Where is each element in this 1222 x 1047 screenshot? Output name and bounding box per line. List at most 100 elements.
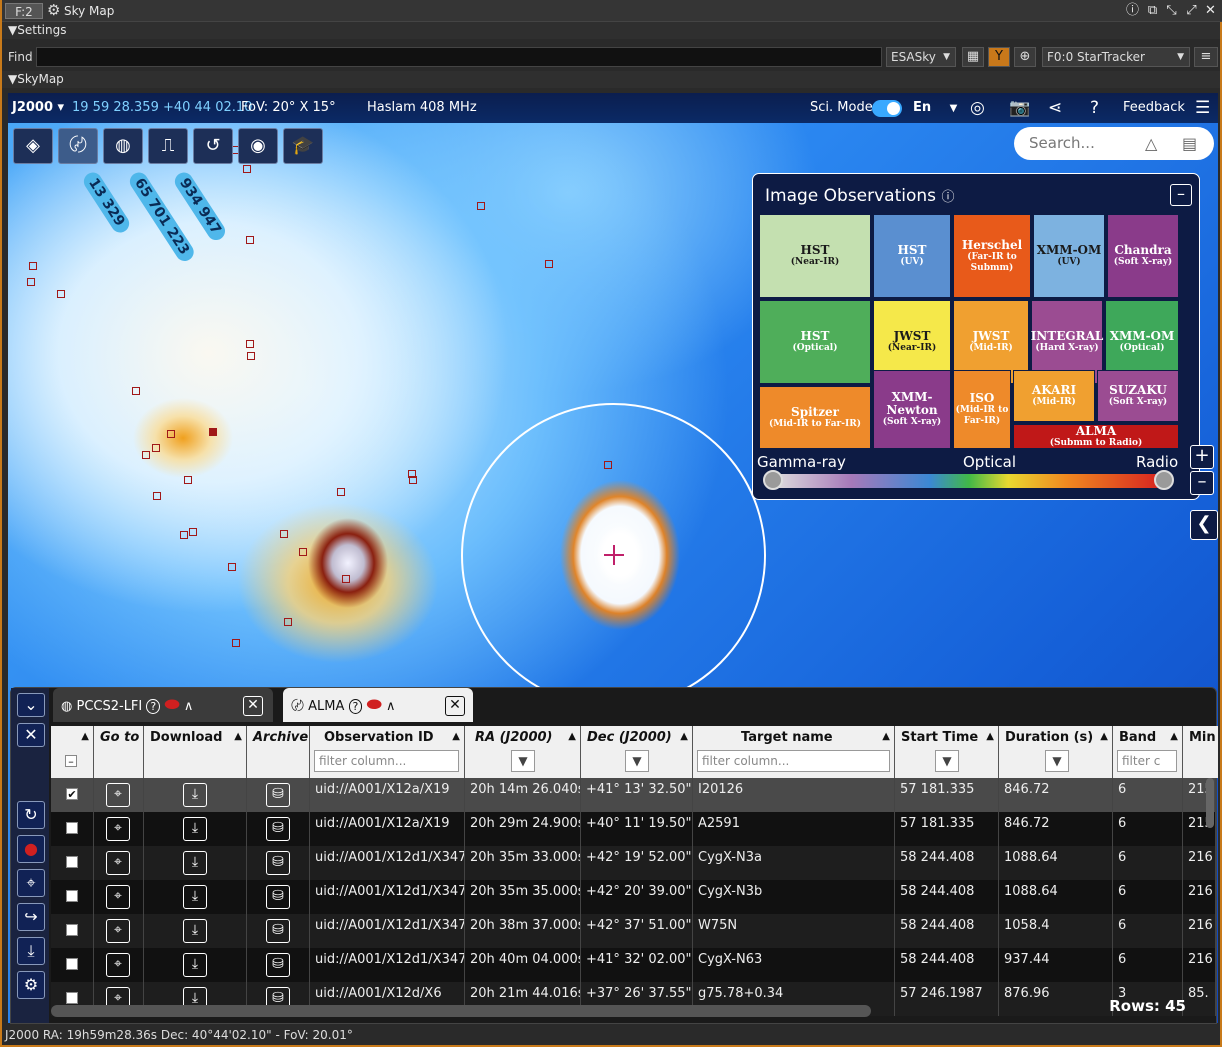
zoom-out-button[interactable]: – — [1190, 471, 1214, 495]
treemap-tile-hst[interactable]: HST (Near-IR) — [759, 214, 871, 298]
source-marker[interactable] — [57, 290, 65, 298]
goto-icon[interactable]: ⌖ — [106, 919, 130, 943]
antenna-icon[interactable]: Y — [988, 47, 1010, 67]
camera-icon[interactable]: 📷 — [1009, 98, 1030, 118]
source-marker[interactable] — [209, 428, 217, 436]
filter-icon[interactable]: ▼ — [625, 750, 649, 772]
archive-icon[interactable]: ⛁ — [266, 851, 290, 875]
source-marker[interactable] — [142, 451, 150, 459]
treemap-tile-iso[interactable]: ISO (Mid-IR to Far-IR) — [953, 370, 1011, 449]
record-icon[interactable]: ● — [17, 835, 45, 863]
goto-icon[interactable]: ⌖ — [106, 953, 130, 977]
dock-icon[interactable]: ⧉ — [1144, 3, 1161, 19]
source-marker[interactable] — [152, 444, 160, 452]
slider-handle-min[interactable] — [763, 470, 783, 490]
help-icon[interactable]: ? — [348, 699, 363, 714]
settings-section[interactable]: ▼Settings — [2, 22, 1220, 39]
download-icon[interactable]: ⤓ — [17, 937, 45, 965]
treemap-tile-spitzer[interactable]: Spitzer (Mid-IR to Far-IR) — [759, 386, 871, 449]
row-checkbox[interactable] — [66, 890, 78, 902]
help-icon[interactable]: ⓘ — [1124, 3, 1141, 19]
treemap-tile-suzaku[interactable]: SUZAKU (Soft X-ray) — [1097, 370, 1179, 422]
close-all-button[interactable]: ✕ — [17, 723, 45, 747]
sort-icon[interactable]: ▲ — [680, 731, 688, 742]
download-icon[interactable]: ⤓ — [183, 783, 207, 807]
source-marker[interactable] — [132, 387, 140, 395]
curve-icon[interactable]: ∧ — [386, 699, 396, 714]
settings-icon[interactable]: ⚙ — [17, 971, 45, 999]
source-marker[interactable] — [299, 548, 307, 556]
catalog-icon[interactable]: ◍ — [103, 128, 143, 164]
treemap-tile-xmm-om[interactable]: XMM-OM (UV) — [1033, 214, 1105, 298]
crosshair-icon[interactable]: ⌖ — [17, 869, 45, 897]
sci-mode-toggle[interactable] — [872, 100, 902, 117]
shape-icon[interactable]: △ — [1145, 127, 1157, 160]
row-checkbox[interactable] — [66, 856, 78, 868]
col-duration[interactable]: Duration (s) ▲ ▼ — [999, 726, 1113, 778]
col-start-time[interactable]: Start Time ▲ ▼ — [895, 726, 999, 778]
source-marker[interactable] — [167, 430, 175, 438]
hamburger-icon[interactable]: ☰ — [1195, 98, 1210, 118]
table-row[interactable]: ⌖ ⤓ ⛁ uid://A001/X12d1/X347 20h 35m 33.000s +… — [51, 846, 1216, 880]
source-marker[interactable] — [232, 639, 240, 647]
collapse-button[interactable]: ⌄ — [17, 693, 45, 717]
source-marker[interactable] — [189, 528, 197, 536]
filter-icon[interactable]: ▼ — [511, 750, 535, 772]
source-marker[interactable] — [280, 530, 288, 538]
minimize-button[interactable]: – — [1170, 184, 1192, 206]
row-checkbox[interactable] — [66, 822, 78, 834]
grid-icon[interactable]: ▦ — [962, 47, 984, 67]
sort-icon[interactable]: ▲ — [986, 731, 994, 742]
sort-icon[interactable]: ▲ — [234, 731, 242, 742]
slider-handle-max[interactable] — [1154, 470, 1174, 490]
filter-input[interactable]: filter c — [1117, 750, 1177, 772]
archive-icon[interactable]: ⛁ — [266, 919, 290, 943]
sort-icon[interactable]: ▲ — [1170, 731, 1178, 742]
maximize-icon[interactable]: ⤢ — [1183, 3, 1200, 19]
archive-icon[interactable]: ⛁ — [266, 817, 290, 841]
filter-input[interactable]: filter column... — [314, 750, 459, 772]
zoom-in-button[interactable]: + — [1190, 445, 1214, 469]
share-icon[interactable]: ↪ — [17, 903, 45, 931]
treemap-tile-hst[interactable]: HST (Optical) — [759, 300, 871, 384]
goto-icon[interactable]: ⌖ — [106, 783, 130, 807]
goto-icon[interactable]: ⌖ — [106, 885, 130, 909]
target-icon[interactable]: ⊕ — [1014, 47, 1036, 67]
archive-icon[interactable]: ⛁ — [266, 783, 290, 807]
close-icon[interactable]: ✕ — [445, 696, 465, 716]
treemap-tile-herschel[interactable]: Herschel (Far-IR to Submm) — [953, 214, 1031, 298]
source-marker[interactable] — [247, 352, 255, 360]
download-icon[interactable]: ⤓ — [183, 817, 207, 841]
download-icon[interactable]: ⤓ — [183, 953, 207, 977]
source-marker[interactable] — [153, 492, 161, 500]
survey-label[interactable]: Haslam 408 MHz — [367, 100, 477, 115]
table-row[interactable]: ⌖ ⤓ ⛁ uid://A001/X12d1/X347 20h 35m 35.000s +… — [51, 880, 1216, 914]
col-observation-id[interactable]: Observation ID ▲ filter column... — [310, 726, 465, 778]
sky-source-select[interactable]: ESASky ▼ — [886, 47, 956, 67]
select-all-column[interactable]: ▲ – — [51, 726, 94, 778]
vertical-scrollbar[interactable] — [1206, 778, 1214, 828]
select-all-checkbox[interactable]: – — [65, 755, 77, 767]
col-ra[interactable]: RA (J2000) ▲ ▼ — [465, 726, 581, 778]
treemap-tile-alma[interactable]: ALMA (Submm to Radio) — [1013, 424, 1179, 449]
col-dec[interactable]: Dec (J2000) ▲ ▼ — [581, 726, 693, 778]
collapse-panel-button[interactable]: ❮ — [1190, 510, 1218, 540]
source-marker[interactable] — [246, 236, 254, 244]
row-checkbox[interactable]: ✔ — [66, 788, 78, 800]
sort-icon[interactable]: ▲ — [568, 731, 576, 742]
sort-icon[interactable]: ▲ — [1100, 731, 1108, 742]
col-goto[interactable]: Go to — [94, 726, 144, 778]
download-icon[interactable]: ⤓ — [183, 885, 207, 909]
filter-icon[interactable]: ▼ — [935, 750, 959, 772]
download-icon[interactable]: ⤓ — [183, 919, 207, 943]
frame-selector[interactable]: J2000 ▾ — [12, 100, 64, 115]
curve-icon[interactable]: ∧ — [184, 699, 194, 714]
goto-icon[interactable]: ⌖ — [106, 817, 130, 841]
help-icon[interactable]: ⓘ — [941, 190, 954, 205]
sort-icon[interactable]: ▲ — [81, 731, 89, 742]
treemap-tile-xmm-newton[interactable]: XMM-Newton (Soft X-ray) — [873, 370, 951, 449]
globe-icon[interactable]: ◎ — [970, 98, 985, 118]
col-min[interactable]: Min — [1183, 726, 1218, 778]
archive-icon[interactable]: ⛁ — [266, 953, 290, 977]
frame-badge[interactable]: F:2 — [5, 3, 43, 19]
